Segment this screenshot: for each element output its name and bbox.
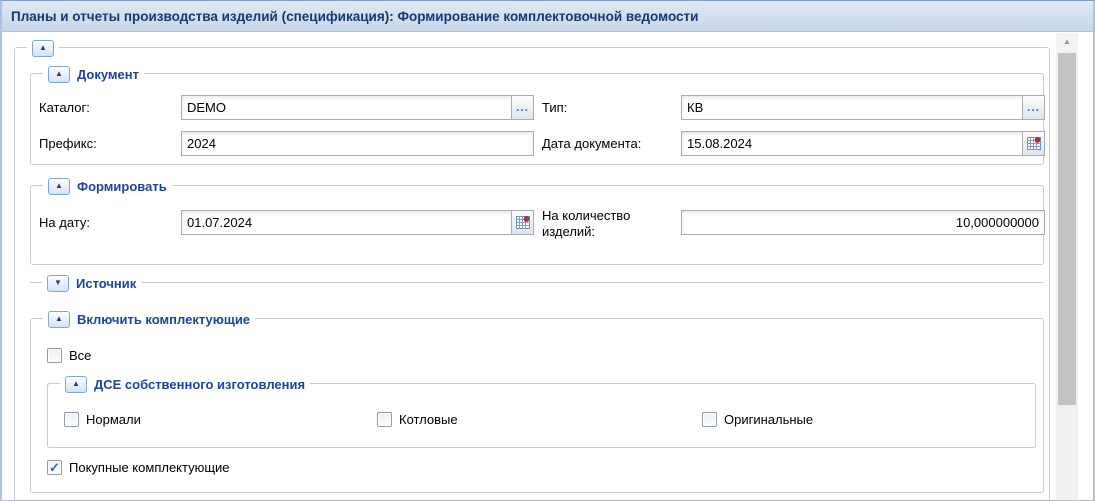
on-date-input[interactable] (182, 211, 511, 234)
collapse-document-button[interactable]: ▲ (48, 66, 70, 83)
checkmark-icon: ✓ (49, 461, 61, 474)
on-date-label: На дату: (39, 210, 90, 235)
group-source-label: Источник (76, 276, 136, 291)
scroll-up-icon: ▲ (1063, 38, 1071, 46)
group-dse-label: ДСЕ собственного изготовления (94, 377, 305, 392)
collapse-dse-button[interactable]: ▲ (65, 376, 87, 393)
group-document: ▲ Документ Каталог: ... Тип: ... Префикс… (30, 73, 1044, 165)
collapse-up-icon: ▲ (55, 315, 63, 323)
group-include: ▲ Включить комплектующие ✓ Все ▲ ДСЕ соб… (30, 318, 1044, 493)
checkbox-kotlovye[interactable]: ✓ (377, 412, 392, 427)
checkbox-normali-label: Нормали (86, 411, 141, 428)
catalog-browse-button[interactable]: ... (511, 96, 533, 119)
collapse-up-icon: ▲ (55, 70, 63, 78)
collapse-include-button[interactable]: ▲ (48, 311, 70, 328)
on-date-picker-button[interactable] (511, 211, 533, 234)
collapse-up-icon: ▲ (72, 380, 80, 388)
doc-date-field (681, 131, 1045, 156)
collapse-generate-button[interactable]: ▲ (48, 178, 70, 195)
scrollbar-thumb[interactable] (1058, 53, 1076, 405)
checkbox-all-label: Все (69, 347, 91, 364)
calendar-icon (516, 216, 530, 229)
quantity-label: На количество изделий: (542, 208, 677, 240)
group-dse: ▲ ДСЕ собственного изготовления ✓ Нормал… (47, 383, 1036, 448)
catalog-label: Каталог: (39, 95, 90, 120)
checkbox-purchased[interactable]: ✓ (47, 460, 62, 475)
checkbox-normali[interactable]: ✓ (64, 412, 79, 427)
catalog-input[interactable] (182, 96, 511, 119)
prefix-field (181, 131, 534, 156)
prefix-label: Префикс: (39, 131, 97, 156)
doc-date-input[interactable] (682, 132, 1022, 155)
page-title: Планы и отчеты производства изделий (спе… (11, 9, 698, 24)
vertical-scrollbar[interactable]: ▲ (1056, 33, 1078, 500)
checkbox-kotlovye-label: Котловые (399, 411, 458, 428)
type-field: ... (681, 95, 1045, 120)
title-bar: Планы и отчеты производства изделий (спе… (2, 1, 1093, 32)
catalog-field: ... (181, 95, 534, 120)
quantity-field (681, 210, 1045, 235)
group-include-label: Включить комплектующие (77, 312, 250, 327)
collapse-outer-button[interactable]: ▲ (32, 40, 54, 57)
doc-date-picker-button[interactable] (1022, 132, 1044, 155)
checkbox-purchased-label: Покупные комплектующие (69, 459, 230, 476)
collapse-up-icon: ▲ (55, 182, 63, 190)
collapse-up-icon: ▲ (39, 44, 47, 52)
collapse-down-icon: ▼ (54, 279, 62, 287)
type-input[interactable] (682, 96, 1022, 119)
calendar-icon (1027, 137, 1041, 150)
group-generate-label: Формировать (77, 179, 167, 194)
prefix-input[interactable] (182, 132, 533, 155)
scroll-up-button[interactable]: ▲ (1056, 33, 1078, 51)
checkbox-all[interactable]: ✓ (47, 348, 62, 363)
checkbox-originalnye-label: Оригинальные (724, 411, 813, 428)
group-document-label: Документ (77, 67, 139, 82)
collapse-source-button[interactable]: ▼ (47, 275, 69, 292)
dialog-window: Планы и отчеты производства изделий (спе… (0, 0, 1095, 501)
group-generate: ▲ Формировать На дату: На количество изд… (30, 185, 1044, 265)
type-browse-button[interactable]: ... (1022, 96, 1044, 119)
group-source: ▼ Источник (30, 282, 1044, 292)
doc-date-label: Дата документа: (542, 131, 641, 156)
on-date-field (181, 210, 534, 235)
quantity-input[interactable] (682, 211, 1044, 234)
checkbox-originalnye[interactable]: ✓ (702, 412, 717, 427)
type-label: Тип: (542, 95, 567, 120)
